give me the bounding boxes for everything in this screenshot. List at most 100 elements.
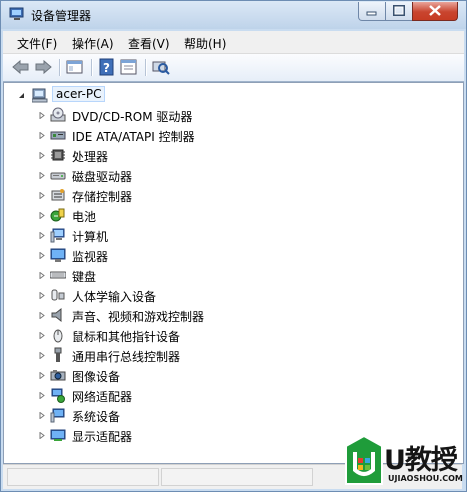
maximize-icon [393, 5, 405, 16]
tree-item[interactable]: 声音、视频和游戏控制器 [38, 305, 358, 325]
hid-icon [51, 289, 65, 301]
maximize-button[interactable] [385, 2, 413, 21]
expand-arrow-icon[interactable] [38, 192, 45, 199]
tree-item-label: 网络适配器 [72, 390, 133, 404]
expand-arrow-icon[interactable] [38, 232, 45, 239]
dvd-drive-icon [50, 107, 66, 122]
expand-arrow-icon[interactable] [38, 392, 45, 399]
tree-root-label: acer-PC [52, 86, 106, 102]
tree-root[interactable]: acer-PC [18, 85, 238, 105]
toolbar-separator [59, 59, 61, 76]
tree-item[interactable]: DVD/CD-ROM 驱动器 [38, 105, 358, 125]
expand-arrow-icon[interactable] [38, 152, 45, 159]
tree-item[interactable]: 系统设备 [38, 405, 358, 425]
tree-item[interactable]: 处理器 [38, 145, 358, 165]
device-manager-window: 设备管理器 文件(F) 操作(A) 查看(V) 帮助(H) ? acer-PC … [0, 0, 467, 492]
expand-arrow-icon[interactable] [38, 372, 45, 379]
tree-item[interactable]: 通用串行总线控制器 [38, 345, 358, 365]
tree-item-label: 处理器 [72, 150, 109, 164]
close-button[interactable] [412, 2, 458, 21]
status-pane [161, 468, 313, 486]
show-hide-console-tree-button[interactable] [65, 58, 85, 76]
close-icon [429, 5, 441, 16]
tree-item[interactable]: IDE ATA/ATAPI 控制器 [38, 125, 358, 145]
tree-item[interactable]: 电池 [38, 205, 358, 225]
tree-item[interactable]: 键盘 [38, 265, 358, 285]
expand-arrow-icon[interactable] [38, 332, 45, 339]
menu-action[interactable]: 操作(A) [72, 35, 114, 52]
expand-arrow-icon[interactable] [38, 312, 45, 319]
menu-help[interactable]: 帮助(H) [184, 35, 226, 52]
scan-hardware-icon [152, 61, 170, 75]
tree-item[interactable]: 网络适配器 [38, 385, 358, 405]
menu-bar: 文件(F) 操作(A) 查看(V) 帮助(H) [3, 31, 464, 54]
minimize-button[interactable] [358, 2, 386, 21]
show-hide-console-tree-icon [66, 60, 83, 74]
expand-arrow-icon[interactable] [38, 112, 45, 119]
expand-arrow-icon[interactable] [38, 252, 45, 259]
tree-item-label: 计算机 [72, 230, 109, 244]
expand-arrow-icon[interactable] [38, 212, 45, 219]
tree-item-label: IDE ATA/ATAPI 控制器 [72, 130, 195, 144]
toolbar-separator [145, 59, 147, 76]
device-manager-app-icon [9, 7, 24, 20]
tree-item[interactable]: 存储控制器 [38, 185, 358, 205]
forward-button[interactable] [33, 58, 53, 76]
tree-item[interactable]: 计算机 [38, 225, 358, 245]
collapse-arrow-icon[interactable] [18, 92, 25, 99]
tree-item-label: 人体学输入设备 [72, 290, 157, 304]
help-button[interactable]: ? [97, 58, 117, 76]
tree-item[interactable]: 监视器 [38, 245, 358, 265]
forward-arrow-icon [35, 59, 52, 75]
tree-item[interactable]: 显示适配器 [38, 425, 358, 445]
ide-controller-icon [50, 131, 66, 140]
network-adapter-icon [51, 388, 65, 403]
tree-item[interactable]: 人体学输入设备 [38, 285, 358, 305]
tree-item[interactable]: 磁盘驱动器 [38, 165, 358, 185]
properties-button[interactable] [119, 58, 139, 76]
device-tree[interactable]: acer-PC DVD/CD-ROM 驱动器 IDE ATA/ATAPI 控制器处… [3, 82, 464, 464]
expand-arrow-icon[interactable] [38, 352, 45, 359]
expand-arrow-icon[interactable] [38, 292, 45, 299]
help-icon: ? [99, 58, 114, 76]
tree-item[interactable]: 鼠标和其他指针设备 [38, 325, 358, 345]
menu-view[interactable]: 查看(V) [128, 35, 170, 52]
expand-arrow-icon[interactable] [38, 432, 45, 439]
tree-item-label: DVD/CD-ROM 驱动器 [72, 110, 193, 124]
minimize-icon [366, 11, 377, 16]
expand-arrow-icon[interactable] [38, 412, 45, 419]
tree-item-label: 系统设备 [72, 410, 121, 424]
processor-icon [51, 149, 65, 161]
properties-icon [120, 59, 137, 75]
expand-arrow-icon[interactable] [38, 132, 45, 139]
system-device-icon [50, 408, 65, 423]
toolbar: ? [3, 54, 464, 82]
back-button[interactable] [11, 58, 31, 76]
title-bar[interactable]: 设备管理器 [1, 1, 466, 29]
computer-root-icon [32, 88, 48, 103]
tree-item-label: 图像设备 [72, 370, 121, 384]
computer-icon [50, 228, 65, 243]
tree-item-label: 声音、视频和游戏控制器 [72, 310, 205, 324]
watermark-shield-icon [345, 434, 383, 485]
menu-file[interactable]: 文件(F) [17, 35, 57, 52]
tree-item-label: 存储控制器 [72, 190, 133, 204]
tree-item-label: 鼠标和其他指针设备 [72, 330, 181, 344]
svg-text:?: ? [103, 61, 110, 75]
watermark-logo: U教授 UJIAOSHOU.COM [344, 434, 466, 490]
mouse-icon [53, 329, 63, 343]
tree-item-label: 显示适配器 [72, 430, 133, 444]
status-pane [7, 468, 159, 486]
storage-controller-icon [51, 189, 65, 201]
battery-icon [50, 208, 65, 222]
back-arrow-icon [12, 59, 29, 75]
disk-drive-icon [50, 172, 66, 180]
watermark-text: U教授 [384, 445, 458, 476]
expand-arrow-icon[interactable] [38, 172, 45, 179]
tree-item-label: 键盘 [72, 270, 97, 284]
scan-hardware-button[interactable] [151, 58, 171, 76]
keyboard-icon [50, 271, 66, 279]
tree-item[interactable]: 图像设备 [38, 365, 358, 385]
tree-item-label: 电池 [72, 210, 97, 224]
expand-arrow-icon[interactable] [38, 272, 45, 279]
